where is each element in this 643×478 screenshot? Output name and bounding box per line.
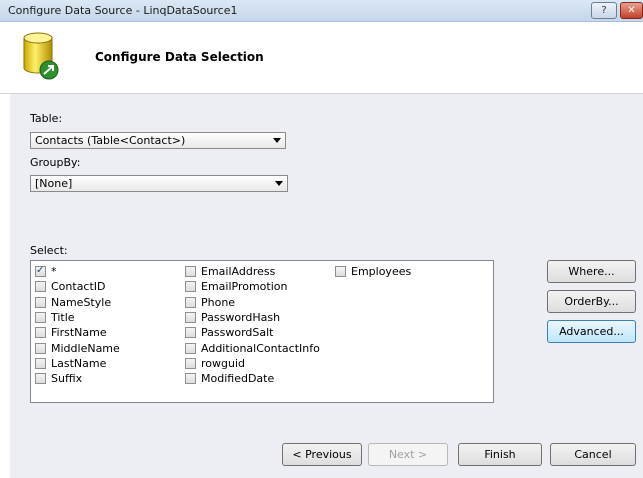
checkbox[interactable] [185,311,196,323]
checkbox-label: NameStyle [51,295,112,309]
checkbox[interactable] [185,266,196,277]
previous-button[interactable]: < Previous [282,443,362,466]
advanced-button[interactable]: Advanced... [547,320,636,343]
checkbox-label: EmailAddress [201,265,276,278]
close-button[interactable]: ✕ [620,2,643,19]
where-button[interactable]: Where... [547,260,636,283]
checkbox[interactable] [35,357,46,369]
table-dropdown[interactable]: Contacts (Table<Contact>) [30,132,286,149]
checkbox[interactable] [35,342,46,354]
groupby-dropdown[interactable]: [None] [30,175,288,192]
checkbox-label: Phone [201,295,236,309]
checkbox[interactable] [185,373,196,385]
checkbox[interactable] [185,342,196,354]
checkbox[interactable] [35,327,46,339]
table-label: Table: [30,112,63,125]
page-title: Configure Data Selection [95,50,264,64]
groupby-dropdown-value: [None] [35,177,73,190]
window-title: Configure Data Source - LinqDataSource1 [8,4,238,17]
checkbox-label: ContactID [51,280,106,294]
checkbox-label: Employees [351,265,412,278]
checkbox-label: * [51,265,57,278]
checkbox-label: EmailPromotion [201,280,288,294]
cancel-button[interactable]: Cancel [550,443,636,466]
chevron-down-icon [273,138,281,143]
checkbox-label: LastName [51,356,107,370]
checkbox-label: PasswordHash [201,310,281,324]
finish-button[interactable]: Finish [458,443,542,466]
checkbox[interactable] [185,327,196,339]
checkbox[interactable] [35,281,46,293]
checkbox-label: MiddleName [51,341,120,355]
checkbox[interactable] [35,264,46,278]
help-button[interactable]: ? [591,2,617,19]
wizard-header: Configure Data Selection [0,22,643,94]
checkbox[interactable] [185,281,196,293]
checkbox[interactable] [35,373,46,385]
groupby-label: GroupBy: [30,156,81,169]
checkbox-label: FirstName [51,326,107,340]
checkbox-label: PasswordSalt [201,326,274,340]
checkbox-label: Title [51,310,75,324]
checkbox[interactable] [35,311,46,323]
checkbox[interactable] [185,357,196,369]
title-bar: Configure Data Source - LinqDataSource1 … [0,0,643,22]
chevron-down-icon [275,181,283,186]
checkbox-label: rowguid [201,356,245,370]
database-icon [23,32,59,80]
checkbox-label: AdditionalContactInfo [201,341,320,355]
table-dropdown-value: Contacts (Table<Contact>) [35,134,186,147]
checkbox-label: ModifiedDate [201,372,275,386]
checkbox-label: Suffix [51,372,83,386]
checkbox[interactable] [185,296,196,308]
orderby-button[interactable]: OrderBy... [547,290,636,313]
checkbox[interactable] [335,266,346,277]
next-button: Next > [368,443,448,466]
select-columns-list[interactable]: * ContactIDNameStyleTitle FirstNameMiddleN… [30,260,494,403]
checkbox[interactable] [35,296,46,308]
select-label: Select: [30,244,68,257]
